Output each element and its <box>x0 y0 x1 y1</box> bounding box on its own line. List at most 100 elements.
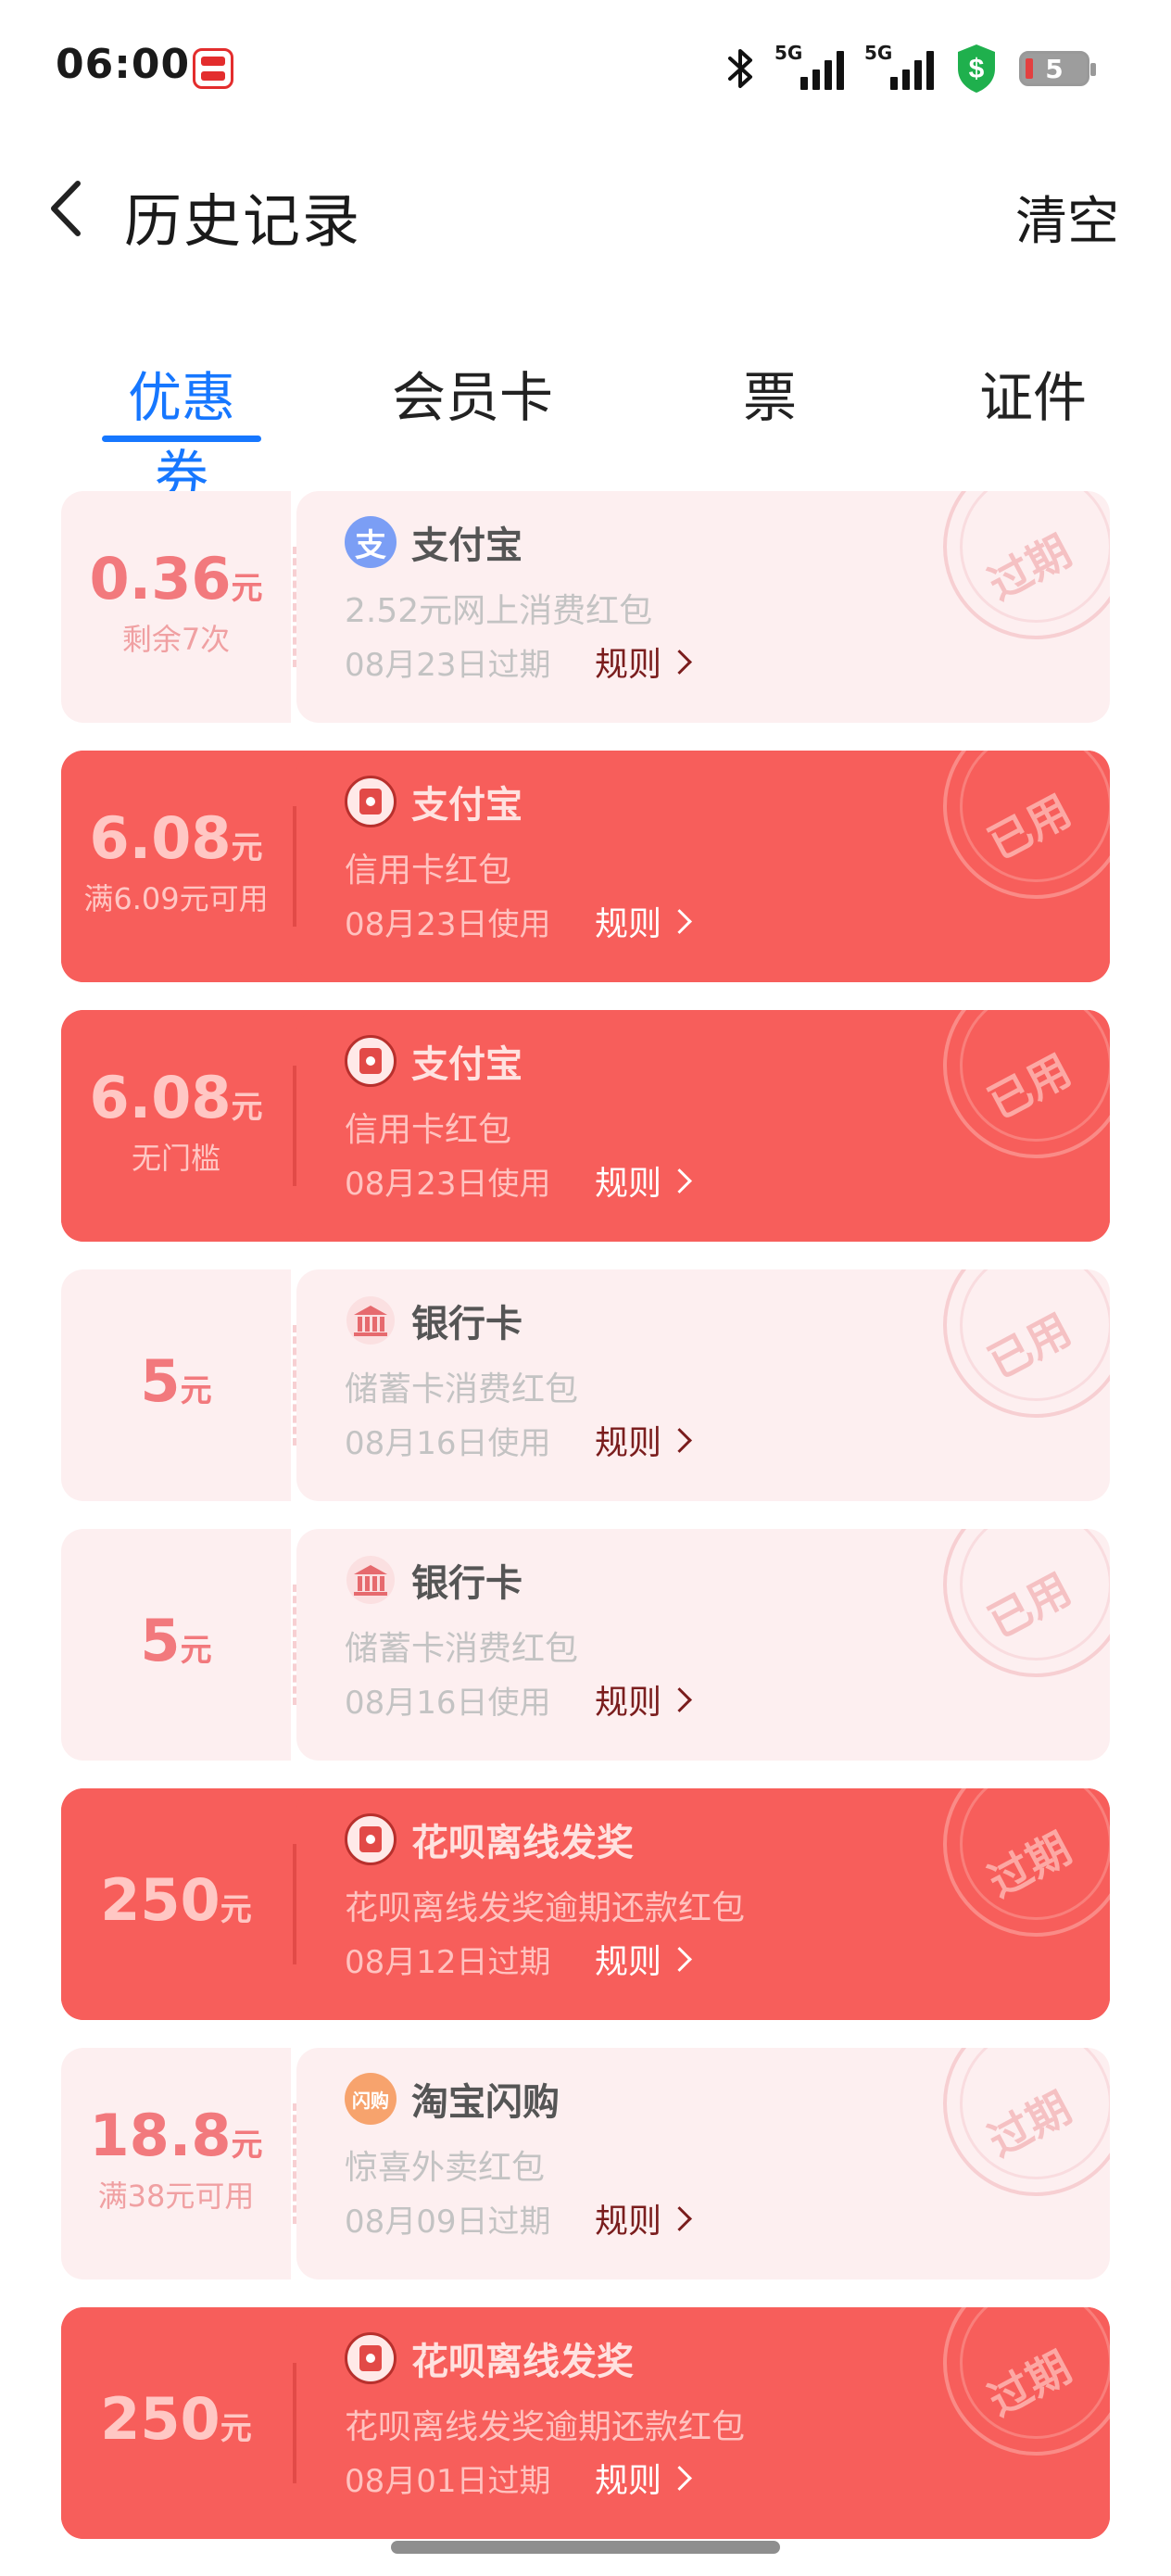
coupon-unit: 元 <box>231 1089 263 1126</box>
status-stamp-text: 已用 <box>980 785 1079 870</box>
coupon-amount-section: 6.08元 无门槛 <box>61 1010 291 1242</box>
coupon-description: 2.52元网上消费红包 <box>345 592 653 630</box>
chevron-right-icon <box>667 1168 692 1193</box>
rule-link[interactable]: 规则 <box>595 1935 692 1983</box>
signal-icon: 5G <box>774 42 844 90</box>
coupon-date: 08月16日使用 <box>345 1685 551 1722</box>
svg-text:$: $ <box>969 54 985 84</box>
coupon-amount: 6.08 <box>89 804 232 872</box>
rule-link[interactable]: 规则 <box>595 2454 692 2502</box>
coupon-description: 花呗离线发奖逾期还款红包 <box>345 2408 746 2446</box>
coupon-description: 惊喜外卖红包 <box>345 2149 546 2187</box>
tab-tickets[interactable]: 票 <box>719 354 821 432</box>
tab-membership-cards[interactable]: 会员卡 <box>389 354 556 432</box>
red-packet-icon <box>345 2332 397 2384</box>
security-shield-icon: $ <box>958 44 995 93</box>
rule-label: 规则 <box>595 1943 662 1981</box>
coupon-amount: 18.8 <box>89 2102 232 2169</box>
amount-wrap: 5元 <box>61 1347 291 1415</box>
rule-link[interactable]: 规则 <box>595 897 692 945</box>
taobao-flash-icon: 闪购 <box>345 2073 397 2125</box>
nav-bar: 历史记录 清空 <box>0 139 1171 278</box>
coupon-amount: 250 <box>100 2385 220 2453</box>
rule-link[interactable]: 规则 <box>595 1156 692 1205</box>
clear-button[interactable]: 清空 <box>1015 180 1119 255</box>
amount-wrap: 18.8元 满38元可用 <box>61 2102 291 2216</box>
coupon-description: 信用卡红包 <box>345 852 512 890</box>
coupon-description: 信用卡红包 <box>345 1111 512 1149</box>
amount-wrap: 5元 <box>61 1607 291 1674</box>
bluetooth-icon <box>728 49 752 88</box>
coupon-condition: 满6.09元可用 <box>83 881 269 916</box>
rule-label: 规则 <box>595 1165 662 1203</box>
coupon-date: 08月16日使用 <box>345 1425 551 1462</box>
merchant-row: 支付宝 <box>345 1034 523 1088</box>
app-icon <box>193 48 233 89</box>
merchant-name: 银行卡 <box>411 1562 523 1605</box>
home-indicator[interactable] <box>391 2541 780 2554</box>
coupon-card[interactable]: 6.08元满6.09元可用 支付宝信用卡红包 08月23日使用 规则 已用 <box>61 751 1110 982</box>
tab-coupons[interactable]: 优惠券 <box>102 354 261 510</box>
coupon-card[interactable]: 5元 银行卡储蓄卡消费红包 08月16日使用 规则 已用 <box>61 1269 1110 1501</box>
chevron-right-icon <box>667 908 692 934</box>
coupon-date: 08月23日使用 <box>345 906 551 943</box>
coupon-amount: 0.36 <box>89 545 232 612</box>
rule-label: 规则 <box>595 646 662 684</box>
coupon-unit: 元 <box>231 829 263 866</box>
chevron-right-icon <box>667 649 692 675</box>
red-packet-icon <box>345 1813 397 1865</box>
tab-certificates[interactable]: 证件 <box>973 354 1093 432</box>
bank-icon <box>345 1554 397 1606</box>
red-packet-icon <box>345 1035 397 1087</box>
status-stamp-text: 已用 <box>980 1304 1079 1389</box>
red-packet-icon <box>345 776 397 827</box>
merchant-name: 银行卡 <box>411 1303 523 1345</box>
signal-icon: 5G <box>864 42 934 90</box>
coupon-card[interactable]: 250元 花呗离线发奖 花呗离线发奖逾期还款红包 08月12日过期 规则 过期 <box>61 1788 1110 2020</box>
coupon-date: 08月09日过期 <box>345 2203 551 2241</box>
status-stamp-text: 过期 <box>980 1823 1079 1908</box>
merchant-row: 支付宝 <box>345 775 523 828</box>
coupon-card[interactable]: 250元 花呗离线发奖 花呗离线发奖逾期还款红包 08月01日过期 规则 过期 <box>61 2307 1110 2539</box>
merchant-row: 银行卡 <box>345 1553 523 1607</box>
back-button[interactable] <box>37 176 102 241</box>
status-stamp-text: 过期 <box>980 525 1079 611</box>
coupon-condition: 满38元可用 <box>97 2178 255 2214</box>
coupon-amount-section: 6.08元满6.09元可用 <box>61 751 291 982</box>
rule-link[interactable]: 规则 <box>595 2194 692 2242</box>
status-stamp-text: 已用 <box>980 1563 1079 1648</box>
coupon-amount-section: 5元 <box>61 1269 291 1501</box>
merchant-name: 支付宝 <box>411 1043 523 1086</box>
status-stamp-text: 过期 <box>980 2082 1079 2167</box>
coupon-condition: 剩余7次 <box>121 622 231 657</box>
coupon-card[interactable]: 0.36元 剩余7次支支付宝 2.52元网上消费红包 08月23日过期 规则 过期 <box>61 491 1110 723</box>
merchant-name: 支付宝 <box>411 524 523 567</box>
logo-text: 闪购 <box>352 2089 389 2112</box>
amount-wrap: 6.08元满6.09元可用 <box>61 804 291 918</box>
coupon-card[interactable]: 6.08元 无门槛 支付宝 信用卡红包 08月23日使用 规则 已用 <box>61 1010 1110 1242</box>
coupon-unit: 元 <box>220 1891 252 1928</box>
merchant-name: 花呗离线发奖 <box>411 2341 634 2383</box>
status-time: 06:00 <box>56 41 191 88</box>
status-bar: 06:00 5G 5G $ 5 <box>0 0 1171 139</box>
chevron-right-icon <box>667 1686 692 1712</box>
bank-icon <box>345 1294 397 1346</box>
rule-link[interactable]: 规则 <box>595 1675 692 1724</box>
coupon-description: 储蓄卡消费红包 <box>345 1630 579 1668</box>
rule-label: 规则 <box>595 2462 662 2500</box>
active-tab-indicator <box>102 436 261 442</box>
chevron-left-icon <box>51 181 81 236</box>
coupon-description: 储蓄卡消费红包 <box>345 1370 579 1408</box>
rule-link[interactable]: 规则 <box>595 638 692 686</box>
coupon-amount-section: 0.36元 剩余7次 <box>61 491 291 723</box>
coupon-date: 08月23日过期 <box>345 647 551 684</box>
amount-wrap: 250元 <box>61 2385 291 2453</box>
coupon-amount: 6.08 <box>89 1064 232 1131</box>
coupon-amount: 250 <box>100 1866 220 1934</box>
coupon-amount-section: 250元 <box>61 2307 291 2539</box>
coupon-card[interactable]: 5元 银行卡储蓄卡消费红包 08月16日使用 规则 已用 <box>61 1529 1110 1761</box>
network-type-label: 5G <box>864 42 893 64</box>
coupon-date: 08月23日使用 <box>345 1166 551 1203</box>
coupon-card[interactable]: 18.8元 满38元可用 闪购 淘宝闪购 惊喜外卖红包 08月09日过期 规则 过期 <box>61 2048 1110 2279</box>
rule-link[interactable]: 规则 <box>595 1416 692 1464</box>
